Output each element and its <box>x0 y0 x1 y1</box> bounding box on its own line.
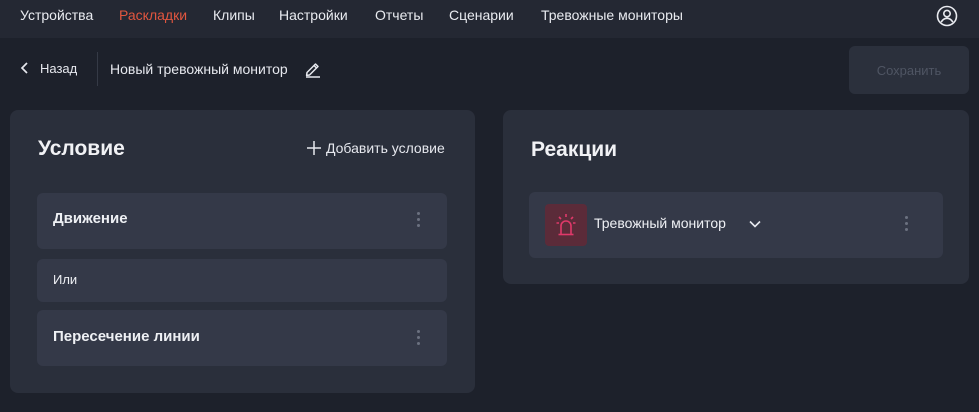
user-circle-icon[interactable] <box>936 5 958 27</box>
chevron-left-icon <box>20 62 28 74</box>
nav-item-layouts[interactable]: Раскладки <box>119 7 187 23</box>
back-label: Назад <box>40 60 78 76</box>
nav-item-settings[interactable]: Настройки <box>279 7 348 23</box>
chevron-down-icon[interactable] <box>748 217 762 231</box>
back-button[interactable]: Назад <box>20 58 77 78</box>
add-condition-label: Добавить условие <box>326 140 445 156</box>
nav-item-devices[interactable]: Устройства <box>20 7 93 23</box>
top-navigation: Устройства Раскладки Клипы Настройки Отч… <box>0 0 979 38</box>
plus-icon <box>307 141 321 155</box>
conditions-title: Условие <box>38 137 125 160</box>
reactions-panel: Реакции Тревожный монитор <box>503 110 969 284</box>
condition-operator-or[interactable]: Или <box>37 259 447 302</box>
reaction-label: Тревожный монитор <box>594 215 726 231</box>
condition-label: Движение <box>53 210 128 227</box>
kebab-menu-icon[interactable] <box>415 330 421 348</box>
condition-item-motion[interactable]: Движение <box>37 193 447 249</box>
condition-label: Пересечение линии <box>53 328 200 345</box>
reaction-item-alarm-monitor[interactable]: Тревожный монитор <box>529 192 943 258</box>
editor-header: Назад Новый тревожный монитор Сохранить <box>0 38 979 100</box>
add-condition-button[interactable]: Добавить условие <box>306 140 445 156</box>
condition-operator-label: Или <box>53 272 78 287</box>
condition-item-line-crossing[interactable]: Пересечение линии <box>37 310 447 366</box>
nav-item-clips[interactable]: Клипы <box>213 7 255 23</box>
conditions-panel: Условие Добавить условие Движение Или Пе… <box>10 110 475 393</box>
save-button[interactable]: Сохранить <box>849 46 969 94</box>
kebab-menu-icon[interactable] <box>903 216 909 234</box>
nav-item-reports[interactable]: Отчеты <box>375 7 423 23</box>
monitor-name: Новый тревожный монитор <box>110 61 288 77</box>
reactions-title: Реакции <box>531 138 618 161</box>
alarm-siren-icon <box>545 204 587 246</box>
pencil-icon[interactable] <box>304 60 322 78</box>
kebab-menu-icon[interactable] <box>415 212 421 230</box>
nav-item-alarm-monitors[interactable]: Тревожные мониторы <box>541 7 683 23</box>
nav-item-scenarios[interactable]: Сценарии <box>449 7 514 23</box>
header-divider <box>97 52 98 86</box>
